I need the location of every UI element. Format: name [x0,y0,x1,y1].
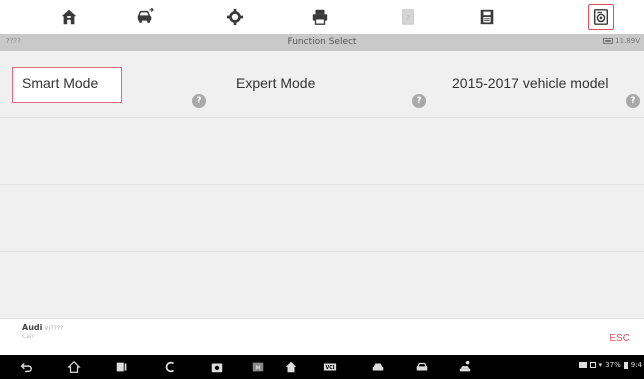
vci-connection-icon: VCI [323,363,337,371]
diag-home-button[interactable] [283,359,299,375]
home-nav-icon [67,360,81,373]
notification-icon [578,362,587,368]
vehicle-make: Audi V/???? [22,323,63,332]
function-label: Smart Mode [22,75,99,91]
battery-voltage-value: 11.89V [615,37,640,45]
vehicle-version: V/???? [44,325,64,332]
grid-divider [0,117,644,118]
svg-text:M: M [256,366,261,372]
vehicle-button[interactable] [370,359,386,375]
battery-voltage: 11.89V [603,37,640,45]
scan-button[interactable] [162,359,178,375]
service-button[interactable] [457,359,473,375]
back-button[interactable] [18,359,34,375]
vehicle-swap-icon [137,8,154,23]
wifi-icon: ▾ [598,361,603,369]
scan-icon [165,361,175,373]
svg-text:?: ? [406,13,410,23]
title-bar: ???? Function Select 11.89V [0,34,644,51]
vehicle-protocol: Can [22,333,34,340]
recent-apps-button[interactable] [114,359,130,375]
function-grid: Smart Mode ? Expert Mode ? 2015-2017 veh… [0,51,644,319]
data-logging-icon [593,9,609,25]
sd-card-icon [589,362,596,368]
system-status: ▾ 37% 9:4 [578,361,642,369]
screen: ? ???? Function Select 11.89V Smart Mode… [0,0,644,379]
esc-button[interactable]: ESC [609,333,630,344]
svg-text:VCI: VCI [325,365,334,371]
save-icon [480,9,494,25]
settings-button[interactable] [222,4,248,30]
recent-apps-icon [116,362,127,372]
home-button[interactable] [56,4,82,30]
system-nav-bar: M VCI ▾ 37% 9:4 [0,355,644,379]
print-icon [312,9,328,25]
help-icon[interactable]: ? [412,94,426,108]
help-doc-button[interactable]: ? [395,4,421,30]
home-nav-button[interactable] [66,359,82,375]
help-icon[interactable]: ? [626,94,640,108]
car-nav-button[interactable] [414,359,430,375]
service-car-icon [459,360,471,372]
function-smart-mode[interactable]: Smart Mode ? [0,51,214,117]
page-title: Function Select [287,37,357,47]
function-vehicle-model[interactable]: 2015-2017 vehicle model ? [442,51,644,117]
battery-status-icon [623,361,628,369]
screenshot-button[interactable] [209,359,225,375]
vehicle-swap-button[interactable] [132,4,158,30]
vci-icon: M [252,362,264,372]
vehicle-info-bar: Audi V/???? Can ESC [0,319,644,355]
car-front-icon [416,362,428,371]
grid-divider [0,251,644,252]
diag-home-icon [285,361,297,373]
settings-icon [226,8,244,26]
vci-button[interactable]: M [250,359,266,375]
function-expert-mode[interactable]: Expert Mode ? [226,51,436,117]
car-icon [372,363,384,371]
camera-icon [211,363,223,373]
home-icon [61,9,77,25]
vci-status-button[interactable]: VCI [322,359,338,375]
grid-divider [0,184,644,185]
function-label: 2015-2017 vehicle model [452,75,609,91]
top-toolbar: ? [0,0,644,34]
battery-percent: 37% [605,361,621,369]
save-button[interactable] [474,4,500,30]
help-icon[interactable]: ? [192,94,206,108]
help-doc-icon: ? [402,9,414,25]
clock: 9:4 [630,361,642,369]
vehicle-make-label: Audi [22,323,43,332]
battery-icon [603,38,614,44]
back-icon [20,363,32,373]
function-label: Expert Mode [236,75,316,91]
data-logging-button[interactable] [588,4,614,30]
print-button[interactable] [307,4,333,30]
